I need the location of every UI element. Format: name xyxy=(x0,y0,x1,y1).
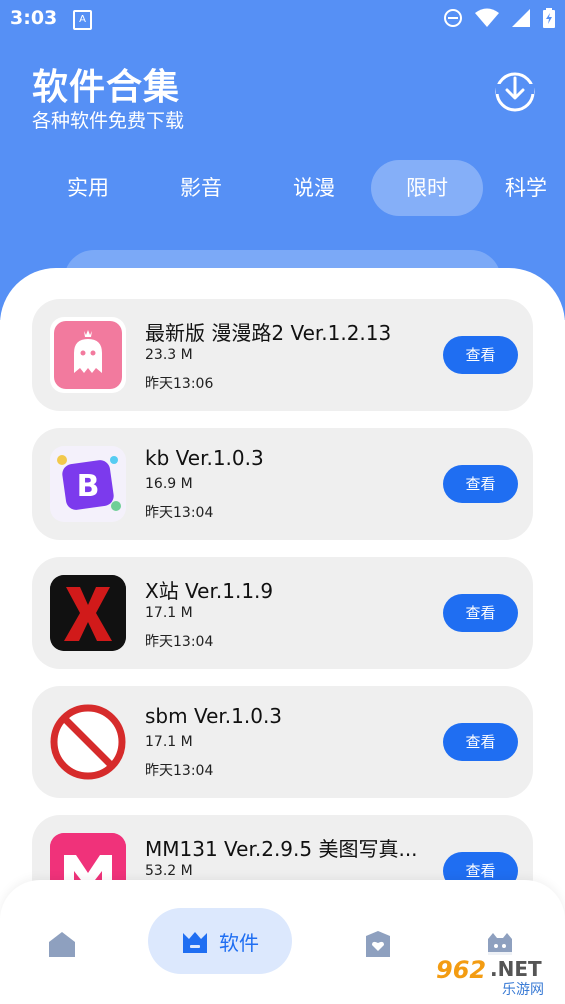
app-list: 最新版 漫漫路2 Ver.1.2.13 23.3 M 昨天13:06 查看 B … xyxy=(0,0,565,886)
watermark-number: 962 xyxy=(436,956,486,984)
app-date: 昨天13:04 xyxy=(145,634,214,650)
app-card[interactable]: X站 Ver.1.1.9 17.1 M 昨天13:04 查看 xyxy=(32,557,533,669)
app-name: X站 Ver.1.1.9 xyxy=(145,579,274,603)
app-card[interactable]: sbm Ver.1.0.3 17.1 M 昨天13:04 查看 xyxy=(32,686,533,798)
app-name: sbm Ver.1.0.3 xyxy=(145,704,283,728)
app-size: 53.2 M xyxy=(145,863,193,879)
app-name: kb Ver.1.0.3 xyxy=(145,446,264,470)
b-app-icon: B xyxy=(50,446,126,522)
app-size: 17.1 M xyxy=(145,734,193,750)
app-date: 昨天13:04 xyxy=(145,763,214,779)
svg-text:B: B xyxy=(77,469,100,504)
no-sign-app-icon xyxy=(50,704,126,780)
nav-home[interactable] xyxy=(42,924,82,964)
home-icon xyxy=(49,932,75,957)
watermark-cn: 乐游网 xyxy=(502,982,544,998)
app-date: 昨天13:06 xyxy=(145,376,214,392)
app-card[interactable]: B kb Ver.1.0.3 16.9 M 昨天13:04 查看 xyxy=(32,428,533,540)
watermark-domain: .NET xyxy=(490,957,542,981)
view-button[interactable]: 查看 xyxy=(443,723,518,761)
app-size: 17.1 M xyxy=(145,605,193,621)
nav-bag[interactable] xyxy=(358,924,398,964)
app-name: MM131 Ver.2.9.5 美图写真... xyxy=(145,837,418,861)
x-app-icon xyxy=(50,575,126,651)
view-button[interactable]: 查看 xyxy=(443,336,518,374)
app-size: 16.9 M xyxy=(145,476,193,492)
app-date: 昨天13:04 xyxy=(145,505,214,521)
app-size: 23.3 M xyxy=(145,347,193,363)
nav-software[interactable]: 软件 xyxy=(148,908,292,974)
app-card[interactable]: 最新版 漫漫路2 Ver.1.2.13 23.3 M 昨天13:06 查看 xyxy=(32,299,533,411)
nav-software-label: 软件 xyxy=(219,930,259,955)
crown-box-icon xyxy=(183,932,207,953)
view-button[interactable]: 查看 xyxy=(443,594,518,632)
app-name: 最新版 漫漫路2 Ver.1.2.13 xyxy=(145,321,392,345)
view-button[interactable]: 查看 xyxy=(443,465,518,503)
watermark-logo: 962 .NET 乐游网 xyxy=(428,952,558,998)
ghost-app-icon xyxy=(50,317,126,393)
shield-heart-icon xyxy=(366,931,390,957)
